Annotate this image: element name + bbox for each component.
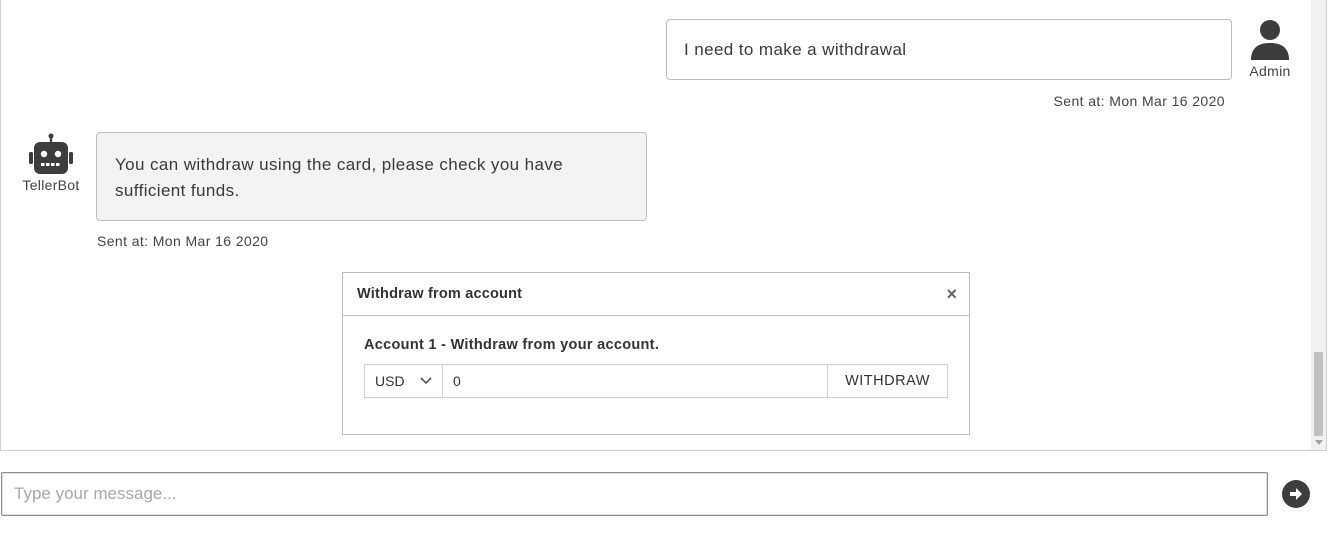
send-button[interactable] <box>1282 480 1310 508</box>
admin-message-bubble: I need to make a withdrawal <box>666 19 1232 80</box>
scrollbar-thumb[interactable] <box>1314 352 1323 436</box>
chat-scrollbar[interactable] <box>1311 0 1326 450</box>
currency-select[interactable]: USD <box>364 364 443 398</box>
withdraw-form: USD WITHDRAW <box>364 364 948 398</box>
withdraw-card: Withdraw from account × Account 1 - With… <box>342 272 970 435</box>
arrow-right-icon <box>1290 488 1302 500</box>
chevron-down-icon <box>420 377 432 385</box>
user-icon <box>1251 20 1289 60</box>
admin-name: Admin <box>1249 63 1291 79</box>
scroll-down-arrow-icon[interactable] <box>1315 440 1323 445</box>
amount-input[interactable] <box>443 364 828 398</box>
message-input[interactable] <box>1 472 1268 516</box>
bot-message-bubble: You can withdraw using the card, please … <box>96 132 647 221</box>
bot-sent-time: Sent at: Mon Mar 16 2020 <box>97 233 269 249</box>
account-description: Account 1 - Withdraw from your account. <box>364 337 660 353</box>
admin-sent-time: Sent at: Mon Mar 16 2020 <box>1053 93 1225 109</box>
robot-icon <box>29 133 73 174</box>
bot-message-text: You can withdraw using the card, please … <box>115 155 564 200</box>
withdraw-button[interactable]: WITHDRAW <box>828 364 948 398</box>
chat-history: I need to make a withdrawal Admin Sent a… <box>0 0 1327 451</box>
withdraw-card-title: Withdraw from account <box>357 286 523 302</box>
bot-avatar: TellerBot <box>15 133 87 193</box>
admin-message-text: I need to make a withdrawal <box>684 39 907 59</box>
withdraw-card-header: Withdraw from account × <box>343 273 969 316</box>
bot-name: TellerBot <box>22 177 80 193</box>
withdraw-card-body: Account 1 - Withdraw from your account. … <box>343 316 969 418</box>
currency-value: USD <box>375 373 405 389</box>
close-icon[interactable]: × <box>946 284 957 304</box>
admin-avatar: Admin <box>1242 19 1298 79</box>
